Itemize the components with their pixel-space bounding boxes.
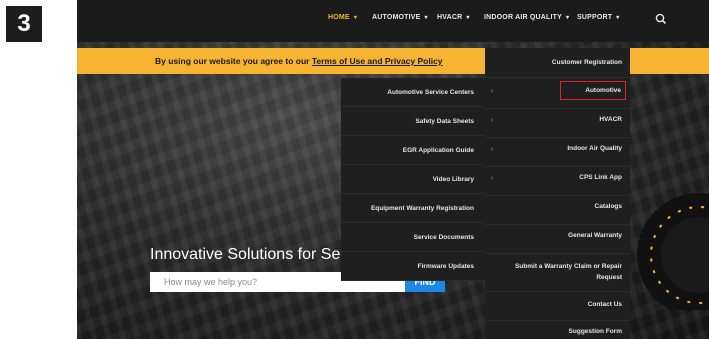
search-icon[interactable] [654,12,668,26]
step-number-badge: 3 [6,6,42,42]
search-placeholder: How may we help you? [164,277,258,287]
nav-item-home[interactable]: HOME ▾ [328,14,357,21]
nav-item-label: HVACR [437,14,463,21]
menu-item-firmware-updates[interactable]: Firmware Updates [341,252,484,281]
menu-item-label: General Warranty [568,232,622,239]
menu-divider [485,224,630,225]
menu-item-automotive-service-centers[interactable]: Automotive Service Centers [341,78,484,107]
menu-item-equipment-warranty-registration[interactable]: Equipment Warranty Registration [341,194,484,223]
support-submenu-right: ‹ ‹ ‹ ‹ Customer Registration Automotive… [485,48,630,339]
menu-item-service-documents[interactable]: Service Documents [341,223,484,252]
menu-item-label: HVACR [599,116,622,123]
menu-item-label: Contact Us [587,301,622,308]
top-navigation-bar: HOME ▾ AUTOMOTIVE ▾ HVACR ▾ INDOOR AIR QUAL… [77,0,709,42]
menu-item-label: Equipment Warranty Registration [370,204,474,212]
menu-item-safety-data-sheets[interactable]: Safety Data Sheets [341,107,484,136]
nav-item-support[interactable]: SUPPORT ▾ [577,14,619,21]
menu-item-general-warranty[interactable]: General Warranty [568,232,622,239]
chevron-left-icon: ‹ [491,175,494,182]
terms-privacy-link[interactable]: Terms of Use and Privacy Policy [312,56,443,66]
cookie-consent-message: By using our website you agree to our [155,56,310,66]
menu-item-label: Automotive [585,87,621,94]
chevron-left-icon: ‹ [491,146,494,153]
menu-divider [485,320,630,321]
support-submenu-left: Automotive Service Centers Safety Data S… [341,78,484,281]
menu-item-label: Catalogs [594,203,622,210]
menu-item-suggestion-form[interactable]: Suggestion Form [569,328,622,335]
menu-item-automotive[interactable]: Automotive [560,81,626,100]
menu-item-label: Suggestion Form [568,328,622,335]
hero-title: Innovative Solutions for Serv [150,246,354,263]
menu-item-catalogs[interactable]: Catalogs [595,203,622,210]
menu-item-hvacr[interactable]: HVACR [599,116,622,123]
chevron-left-icon: ‹ [491,88,494,95]
menu-item-video-library[interactable]: Video Library [341,165,484,194]
menu-item-submit-warranty-claim[interactable]: Submit a Warranty Claim or Repair Reques… [494,261,622,283]
watch-decoration [637,193,709,310]
nav-item-label: INDOOR AIR QUALITY [484,14,563,21]
menu-item-label: Service Documents [413,233,474,241]
menu-divider [485,166,630,167]
nav-item-indoor-air-quality[interactable]: INDOOR AIR QUALITY ▾ [484,14,569,21]
menu-divider [485,253,630,254]
nav-item-label: HOME [328,14,350,21]
chevron-left-icon: ‹ [491,117,494,124]
menu-divider [485,291,630,292]
nav-item-hvacr[interactable]: HVACR ▾ [437,14,470,21]
menu-item-customer-registration[interactable]: Customer Registration [552,59,622,66]
chevron-down-icon: ▾ [424,15,428,21]
menu-item-label: Indoor Air Quality [567,145,622,152]
nav-item-automotive[interactable]: AUTOMOTIVE ▾ [372,14,428,21]
chevron-down-icon: ▾ [353,15,358,21]
menu-item-label: EGR Application Guide [402,146,474,154]
cookie-consent-text: By using our website you agree to our Te… [155,56,443,66]
chevron-down-icon: ▾ [616,15,620,21]
menu-item-label: Submit a Warranty Claim or Repair Reques… [514,263,622,281]
menu-divider [485,137,630,138]
nav-item-label: AUTOMOTIVE [372,14,421,21]
menu-item-label: Video Library [432,175,474,183]
menu-divider [485,108,630,109]
menu-item-label: CPS Link App [579,174,622,181]
menu-divider [485,77,630,78]
menu-divider [485,195,630,196]
nav-item-label: SUPPORT [577,14,613,21]
menu-item-egr-application-guide[interactable]: EGR Application Guide [341,136,484,165]
menu-item-label: Customer Registration [551,59,622,66]
chevron-down-icon: ▾ [566,15,570,21]
menu-item-label: Firmware Updates [417,262,474,270]
menu-item-cps-link-app[interactable]: CPS Link App [579,174,622,181]
menu-item-indoor-air-quality[interactable]: Indoor Air Quality [567,145,622,152]
menu-item-label: Automotive Service Centers [387,88,474,96]
menu-item-contact-us[interactable]: Contact Us [588,301,622,308]
menu-item-label: Safety Data Sheets [415,117,474,125]
website-screenshot: HOME ▾ AUTOMOTIVE ▾ HVACR ▾ INDOOR AIR QUAL… [77,0,709,339]
chevron-down-icon: ▾ [466,15,470,21]
